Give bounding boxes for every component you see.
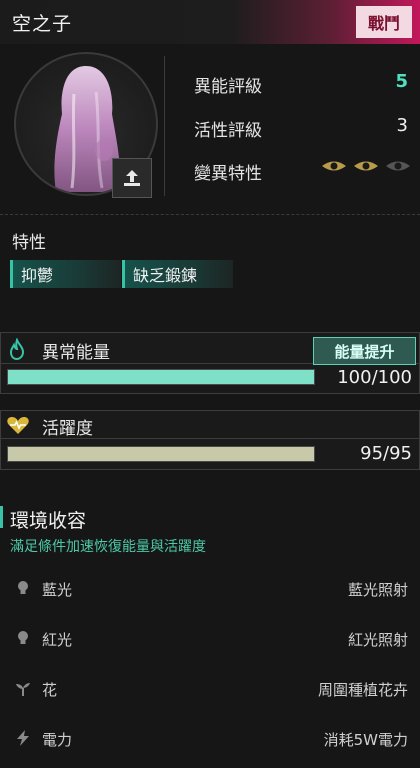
flame-icon [6,337,28,364]
energy-bar [7,369,315,385]
env-row-label: 藍光 [42,581,73,599]
activity-bar [7,446,315,462]
env-row-flower: 花 周圍種植花卉 [0,671,420,705]
env-row-value: 周圍種植花卉 [317,681,408,699]
eye-icon [354,161,378,171]
trait-chip[interactable]: 抑鬱 [10,260,121,288]
env-row-label: 花 [42,681,58,699]
env-row-value: 紅光照射 [347,631,408,649]
mutation-eyes [320,158,412,174]
mutation-trait-label: 變異特性 [194,164,262,184]
lightbulb-icon [18,581,28,594]
eye-icon [322,161,346,171]
env-row-label: 電力 [42,731,73,749]
upload-icon [124,170,140,186]
share-button[interactable] [112,158,152,198]
env-row-blue-light: 藍光 藍光照射 [0,571,420,605]
env-row-value: 藍光照射 [347,581,408,599]
lightbulb-icon [18,631,28,644]
trait-chip[interactable]: 缺乏鍛鍊 [122,260,233,288]
activity-rating-value: 3 [396,115,408,136]
env-row-red-light: 紅光 紅光照射 [0,621,420,655]
energy-label: 異常能量 [42,343,110,363]
sprout-icon [16,683,30,696]
anomaly-rating-value: 5 [395,71,408,92]
energy-value: 100/100 [337,367,412,388]
env-row-label: 紅光 [42,631,73,649]
traits-title: 特性 [12,233,46,253]
environment-title: 環境收容 [10,510,87,532]
activity-bar-fill [8,447,314,461]
activity-label: 活躍度 [42,419,93,439]
environment-subtitle: 滿足條件加速恢復能量與活躍度 [10,539,206,555]
env-row-power: 電力 消耗5W電力 [0,721,420,755]
divider [0,214,420,215]
activity-rating-label: 活性評級 [194,121,262,141]
page-title: 空之子 [12,13,73,35]
battle-button[interactable]: 戰鬥 [356,6,412,38]
eye-icon [386,161,410,171]
energy-boost-button[interactable]: 能量提升 [313,337,416,365]
lightning-icon [17,730,29,746]
activity-value: 95/95 [360,443,412,464]
section-marker [0,506,3,528]
divider [164,56,165,196]
anomaly-rating-label: 異能評級 [194,77,262,97]
heart-pulse-icon [6,414,30,440]
energy-bar-fill [8,370,314,384]
env-row-value: 消耗5W電力 [323,731,408,749]
